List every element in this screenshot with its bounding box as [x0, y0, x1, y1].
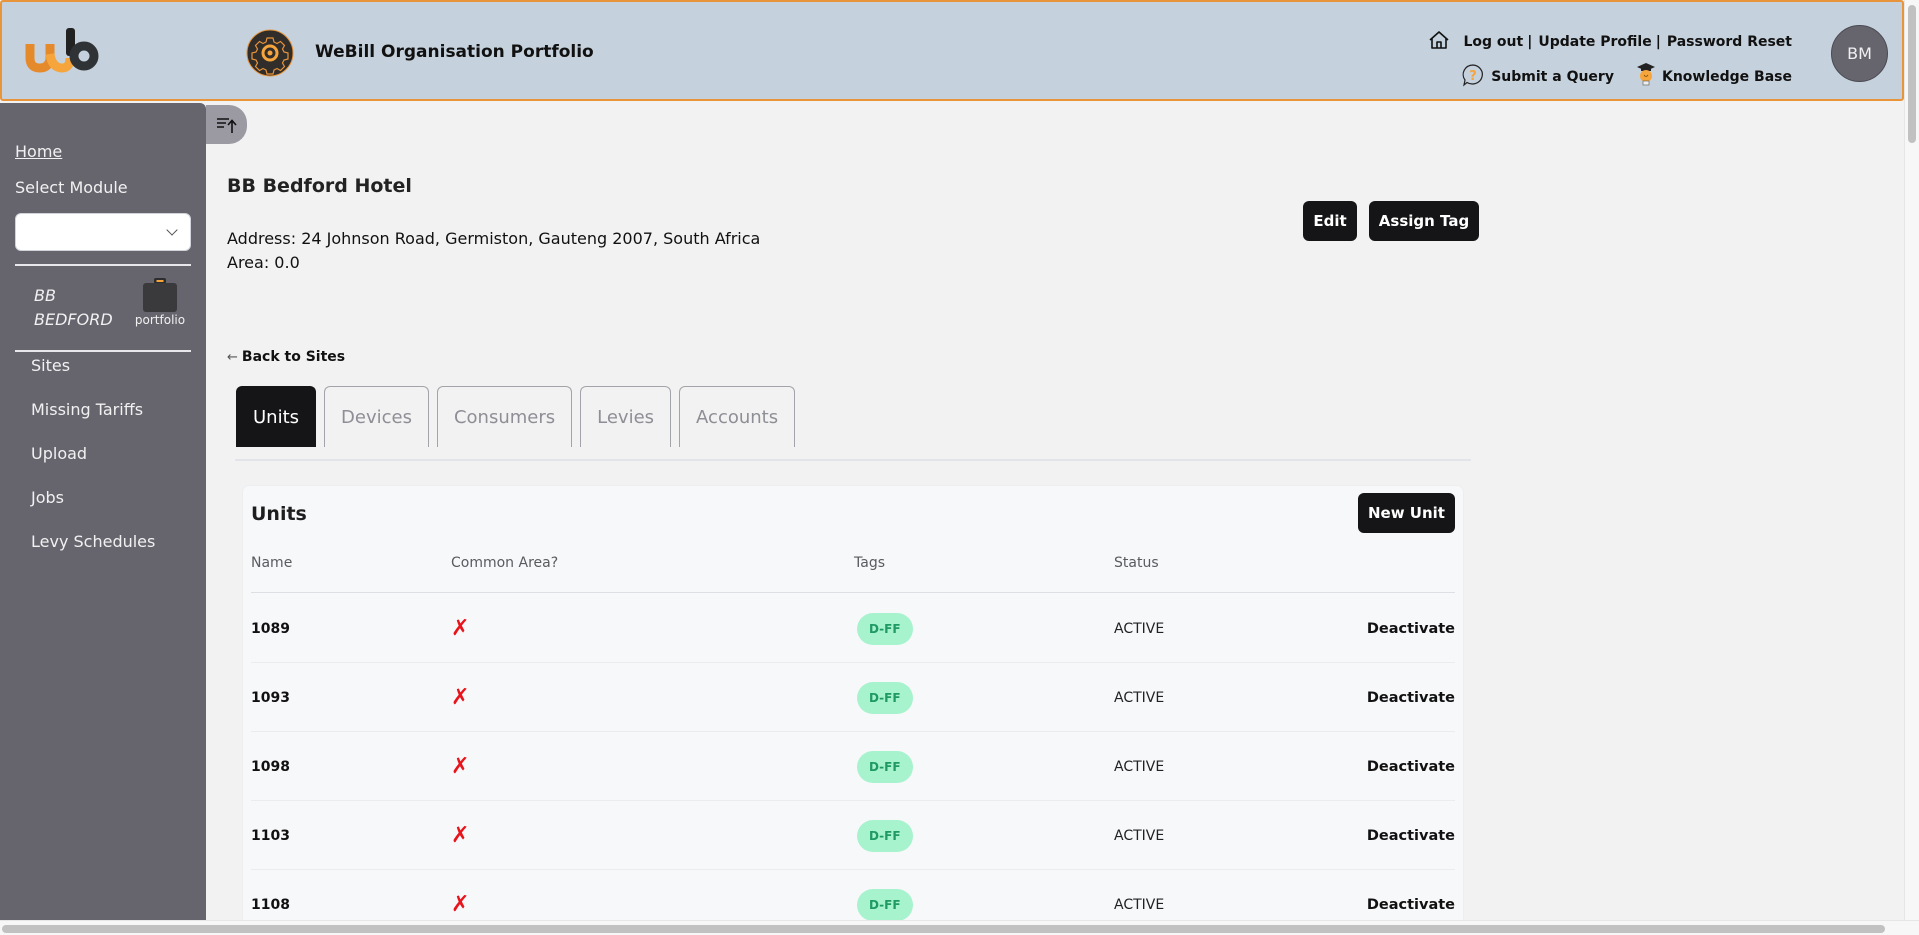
column-header-name: Name — [251, 555, 293, 571]
sidebar-divider — [15, 264, 191, 266]
tab-devices[interactable]: Devices — [324, 386, 429, 447]
column-header-common-area: Common Area? — [451, 555, 559, 571]
sidebar-home-link[interactable]: Home — [15, 142, 62, 161]
table-header: Name Common Area? Tags Status — [251, 555, 1455, 593]
select-module-dropdown[interactable] — [15, 213, 191, 251]
sidebar-item-upload[interactable]: Upload — [31, 443, 155, 487]
arrow-left-icon: ← — [227, 349, 238, 365]
deactivate-button[interactable]: Deactivate — [1367, 594, 1455, 663]
edit-button[interactable]: Edit — [1303, 201, 1357, 241]
tab-divider — [235, 459, 1471, 461]
sidebar-item-jobs[interactable]: Jobs — [31, 487, 155, 531]
graduation-bulb-icon[interactable] — [1636, 62, 1656, 92]
unit-name[interactable]: 1089 — [251, 594, 290, 663]
knowledge-base-link[interactable]: Knowledge Base — [1662, 69, 1792, 85]
sidebar-item-levy-schedules[interactable]: Levy Schedules — [31, 531, 155, 575]
header-links-secondary: ? Submit a Query Knowledge Base — [1461, 62, 1792, 92]
logout-link[interactable]: Log out — [1464, 34, 1524, 50]
gear-icon — [246, 29, 294, 77]
status-text: ACTIVE — [1114, 827, 1165, 844]
password-reset-link[interactable]: Password Reset — [1667, 34, 1792, 50]
site-area: Area: 0.0 — [227, 253, 300, 272]
back-to-sites-label: Back to Sites — [241, 349, 346, 365]
portfolio-label: portfolio — [134, 313, 186, 327]
briefcase-icon — [142, 277, 178, 312]
unit-name[interactable]: 1098 — [251, 732, 290, 801]
tab-units[interactable]: Units — [236, 386, 317, 447]
deactivate-button[interactable]: Deactivate — [1367, 801, 1455, 870]
unit-name[interactable]: 1093 — [251, 663, 290, 732]
deactivate-button[interactable]: Deactivate — [1367, 663, 1455, 732]
home-icon[interactable] — [1428, 30, 1450, 54]
unit-name[interactable]: 1103 — [251, 801, 290, 870]
tab-bar: Units Devices Consumers Levies Accounts — [236, 386, 796, 447]
status-text: ACTIVE — [1114, 758, 1165, 775]
site-title: BB Bedford Hotel — [227, 175, 412, 197]
app-title: WeBill Organisation Portfolio — [315, 42, 594, 62]
tag-badge: D-FF — [857, 888, 913, 921]
header-links: Log out | Update Profile | Password Rese… — [1428, 30, 1792, 54]
units-card: Units New Unit Name Common Area? Tags St… — [243, 486, 1463, 921]
tag-badge: D-FF — [857, 681, 913, 714]
horizontal-scrollbar-thumb[interactable] — [2, 925, 1885, 933]
select-module-label: Select Module — [15, 178, 128, 197]
webill-logo-icon[interactable] — [24, 24, 104, 74]
sidebar-toggle-button[interactable] — [206, 105, 247, 144]
table-row: 1093 ✗ D-FF ACTIVE Deactivate — [251, 663, 1455, 732]
vertical-scrollbar[interactable] — [1904, 0, 1919, 920]
sidebar-item-sites[interactable]: Sites — [31, 355, 155, 399]
sidebar: Home Select Module BB BEDFORD portfolio … — [0, 103, 206, 920]
vertical-scrollbar-thumb[interactable] — [1908, 5, 1916, 143]
cross-icon: ✗ — [451, 753, 470, 779]
column-header-status: Status — [1114, 555, 1159, 571]
units-title: Units — [251, 503, 307, 525]
update-profile-link[interactable]: Update Profile — [1538, 34, 1651, 50]
org-name-line2: BEDFORD — [34, 310, 113, 329]
tag-badge: D-FF — [857, 750, 913, 783]
table-row: 1098 ✗ D-FF ACTIVE Deactivate — [251, 732, 1455, 801]
deactivate-button[interactable]: Deactivate — [1367, 732, 1455, 801]
portfolio-button[interactable]: portfolio — [133, 277, 187, 327]
org-name: BB BEDFORD — [34, 284, 113, 332]
back-to-sites-link[interactable]: ← Back to Sites — [227, 349, 345, 365]
cross-icon: ✗ — [451, 891, 470, 917]
svg-text:?: ? — [1469, 69, 1477, 84]
cross-icon: ✗ — [451, 615, 470, 641]
site-details: Address: 24 Johnson Road, Germiston, Gau… — [227, 227, 760, 275]
question-bubble-icon[interactable]: ? — [1461, 63, 1485, 91]
sidebar-nav: Sites Missing Tariffs Upload Jobs Levy S… — [31, 355, 155, 575]
chevron-down-icon — [166, 224, 178, 236]
org-name-line1: BB — [34, 286, 56, 305]
tab-levies[interactable]: Levies — [580, 386, 672, 447]
tab-consumers[interactable]: Consumers — [436, 386, 573, 447]
tag-badge: D-FF — [857, 612, 913, 645]
link-separator: | — [1527, 34, 1533, 50]
column-header-tags: Tags — [854, 555, 885, 571]
status-text: ACTIVE — [1114, 620, 1165, 637]
user-avatar[interactable]: BM — [1831, 25, 1888, 82]
table-row: 1103 ✗ D-FF ACTIVE Deactivate — [251, 801, 1455, 870]
assign-tag-button[interactable]: Assign Tag — [1369, 201, 1479, 241]
cross-icon: ✗ — [451, 822, 470, 848]
tag-badge: D-FF — [857, 819, 913, 852]
sidebar-divider — [15, 350, 191, 352]
collapse-sidebar-icon — [216, 117, 237, 133]
submit-query-link[interactable]: Submit a Query — [1491, 69, 1614, 85]
new-unit-button[interactable]: New Unit — [1358, 493, 1455, 533]
status-text: ACTIVE — [1114, 689, 1165, 706]
link-separator: | — [1655, 34, 1661, 50]
horizontal-scrollbar[interactable] — [0, 920, 1919, 935]
tab-accounts[interactable]: Accounts — [679, 386, 796, 447]
table-row: 1089 ✗ D-FF ACTIVE Deactivate — [251, 594, 1455, 663]
site-address: Address: 24 Johnson Road, Germiston, Gau… — [227, 229, 761, 248]
top-header: WeBill Organisation Portfolio Log out | … — [0, 0, 1904, 101]
cross-icon: ✗ — [451, 684, 470, 710]
sidebar-item-missing-tariffs[interactable]: Missing Tariffs — [31, 399, 155, 443]
